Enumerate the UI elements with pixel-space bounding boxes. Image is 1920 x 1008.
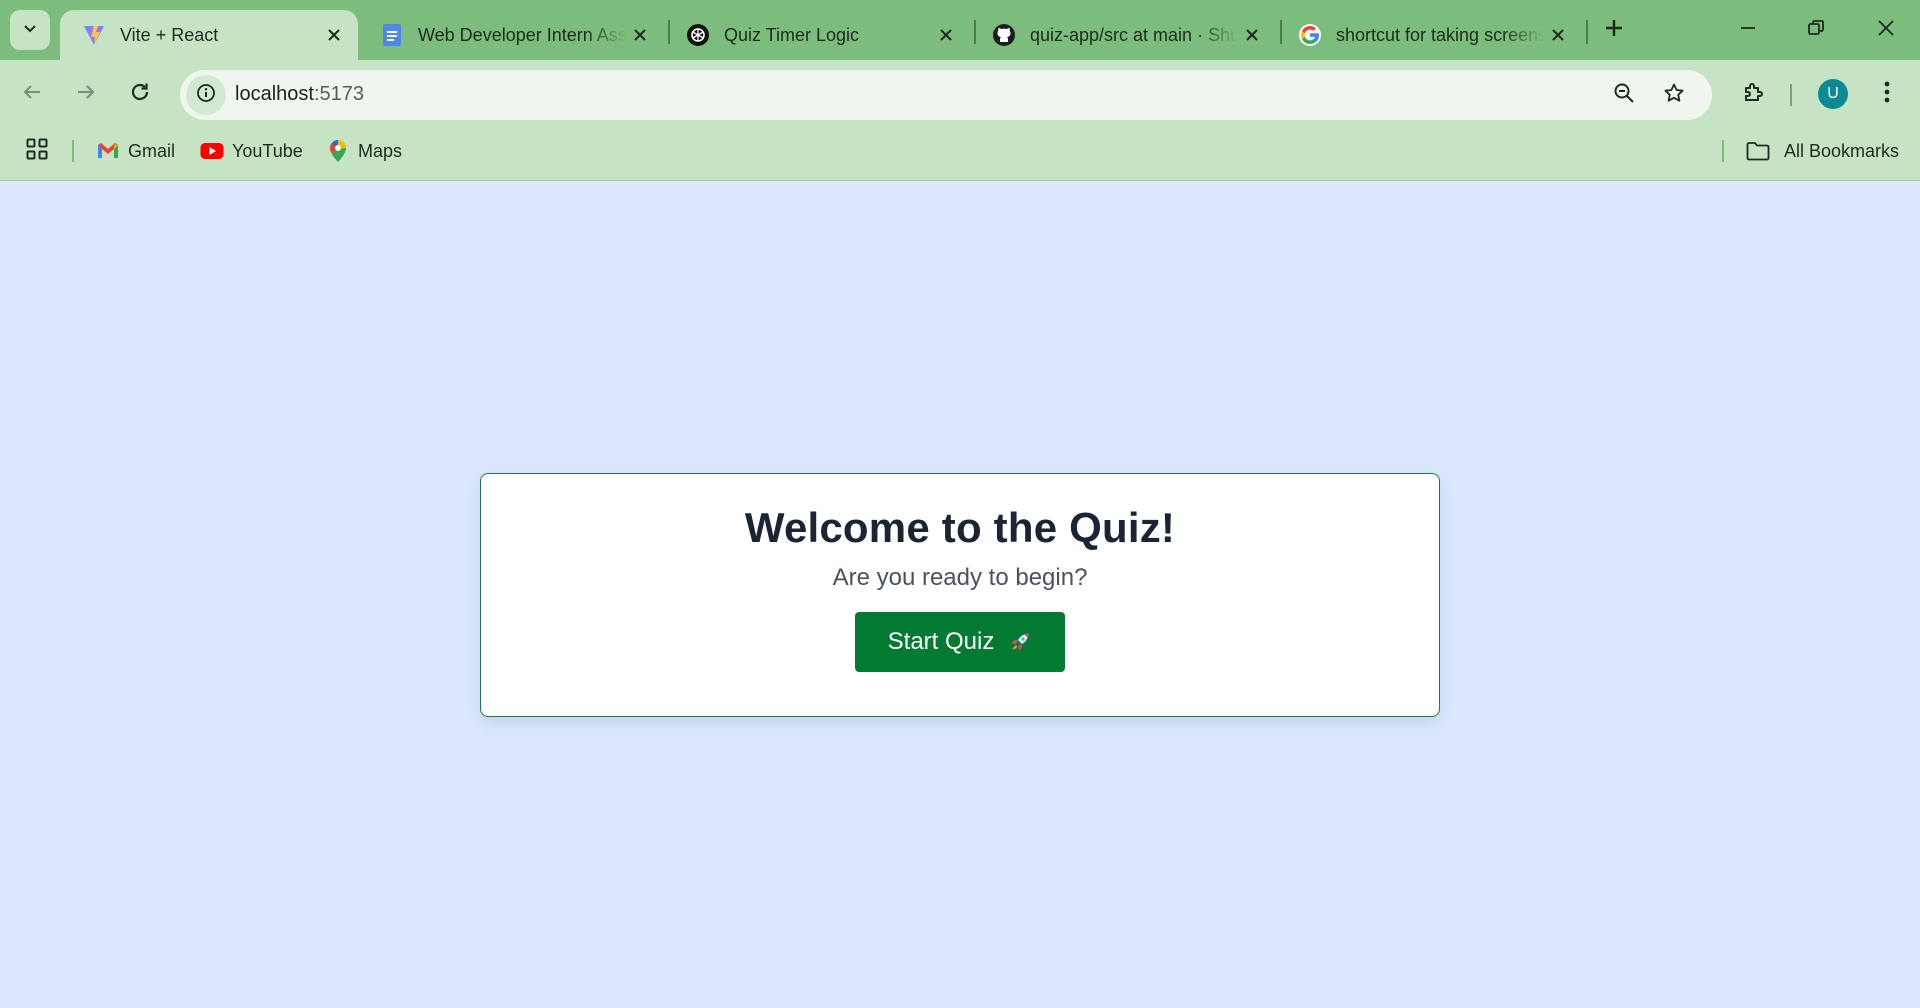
arrow-right-icon: [75, 81, 97, 108]
close-icon[interactable]: [626, 21, 654, 49]
arrow-left-icon: [21, 81, 43, 108]
restore-button[interactable]: [1792, 8, 1840, 52]
zoom-button[interactable]: [1604, 75, 1644, 115]
tab-title: quiz-app/src at main · Shubham: [1030, 24, 1238, 45]
bookmark-label: Maps: [358, 140, 403, 161]
puzzle-icon: [1742, 80, 1766, 109]
reload-button[interactable]: [120, 74, 160, 114]
bookmarks-separator: [1722, 140, 1724, 162]
address-bar[interactable]: localhost:5173: [180, 70, 1712, 120]
close-icon: [1877, 19, 1895, 42]
more-vert-icon: [1884, 81, 1890, 108]
zoom-out-icon: [1613, 82, 1635, 109]
window-close-button[interactable]: [1862, 8, 1910, 52]
minimize-icon: [1739, 19, 1757, 42]
vite-icon: [82, 23, 106, 47]
tab-title: Vite + React: [120, 24, 219, 45]
apps-grid-icon: [26, 138, 48, 165]
browser-toolbar: localhost:5173 U Gmail YouTube Maps All …: [0, 60, 1920, 190]
tab-separator: [1586, 20, 1588, 44]
google-docs-icon: [380, 23, 404, 47]
youtube-icon: [200, 139, 224, 163]
star-icon: [1663, 82, 1685, 109]
gmail-icon: [96, 139, 120, 163]
bookmark-gmail[interactable]: Gmail: [96, 136, 175, 166]
apps-button[interactable]: [24, 138, 50, 164]
chevron-down-icon: [22, 20, 38, 41]
close-icon[interactable]: [320, 21, 348, 49]
tab-strip: Vite + React Web Developer Intern Assign…: [0, 0, 1920, 60]
back-button[interactable]: [12, 74, 52, 114]
quiz-title: Welcome to the Quiz!: [744, 504, 1176, 551]
extensions-button[interactable]: [1734, 74, 1774, 114]
close-icon[interactable]: [932, 21, 960, 49]
bookmarks-bar: Gmail YouTube Maps All Bookmarks: [0, 130, 1920, 170]
forward-button[interactable]: [66, 74, 106, 114]
tab-title: Quiz Timer Logic: [724, 24, 860, 45]
bookmark-label: YouTube: [232, 140, 303, 161]
google-icon: [1298, 23, 1322, 47]
folder-icon: [1746, 139, 1772, 163]
tab-vite-react[interactable]: Vite + React: [60, 10, 358, 60]
quiz-subtitle: Are you ready to begin?: [832, 564, 1088, 591]
bookmark-maps[interactable]: Maps: [326, 136, 402, 166]
page-viewport: Welcome to the Quiz! Are you ready to be…: [0, 181, 1920, 1008]
tab-shortcut-screenshot[interactable]: shortcut for taking screenshot: [1276, 10, 1582, 60]
chatgpt-icon: [686, 23, 710, 47]
bookmark-label: Gmail: [128, 140, 176, 161]
restore-icon: [1807, 19, 1825, 42]
plus-icon: [1604, 18, 1624, 43]
new-tab-button[interactable]: [1596, 12, 1632, 48]
bookmark-youtube[interactable]: YouTube: [200, 136, 303, 166]
site-info-button[interactable]: [186, 75, 226, 115]
reload-icon: [129, 81, 151, 108]
bookmark-star-button[interactable]: [1654, 75, 1694, 115]
tab-title: shortcut for taking screenshot: [1336, 24, 1544, 45]
url-host: localhost: [235, 83, 314, 105]
toolbar-divider: [1790, 84, 1792, 106]
rocket-icon: [1008, 630, 1032, 654]
quiz-welcome-card: Welcome to the Quiz! Are you ready to be…: [480, 473, 1440, 717]
start-quiz-label: Start Quiz: [887, 628, 995, 655]
all-bookmarks-label: All Bookmarks: [1784, 140, 1900, 161]
github-icon: [992, 23, 1016, 47]
all-bookmarks-button[interactable]: All Bookmarks: [1746, 136, 1899, 166]
tab-search-button[interactable]: [10, 10, 50, 50]
url-text[interactable]: localhost:5173: [235, 83, 364, 106]
tab-quiz-timer-logic[interactable]: Quiz Timer Logic: [664, 10, 970, 60]
maps-icon: [326, 139, 350, 163]
tab-title: Web Developer Intern Assignment: [418, 24, 626, 45]
avatar[interactable]: U: [1818, 79, 1848, 109]
minimize-button[interactable]: [1724, 8, 1772, 52]
bookmarks-separator: [72, 140, 74, 162]
tab-web-developer-intern[interactable]: Web Developer Intern Assignment: [358, 10, 664, 60]
close-icon[interactable]: [1544, 21, 1572, 49]
info-icon: [196, 83, 216, 108]
url-port: :5173: [313, 83, 364, 105]
close-icon[interactable]: [1238, 21, 1266, 49]
start-quiz-button[interactable]: Start Quiz: [855, 612, 1065, 672]
browser-menu-button[interactable]: [1870, 74, 1904, 114]
tab-quiz-app-github[interactable]: quiz-app/src at main · Shubham: [970, 10, 1276, 60]
